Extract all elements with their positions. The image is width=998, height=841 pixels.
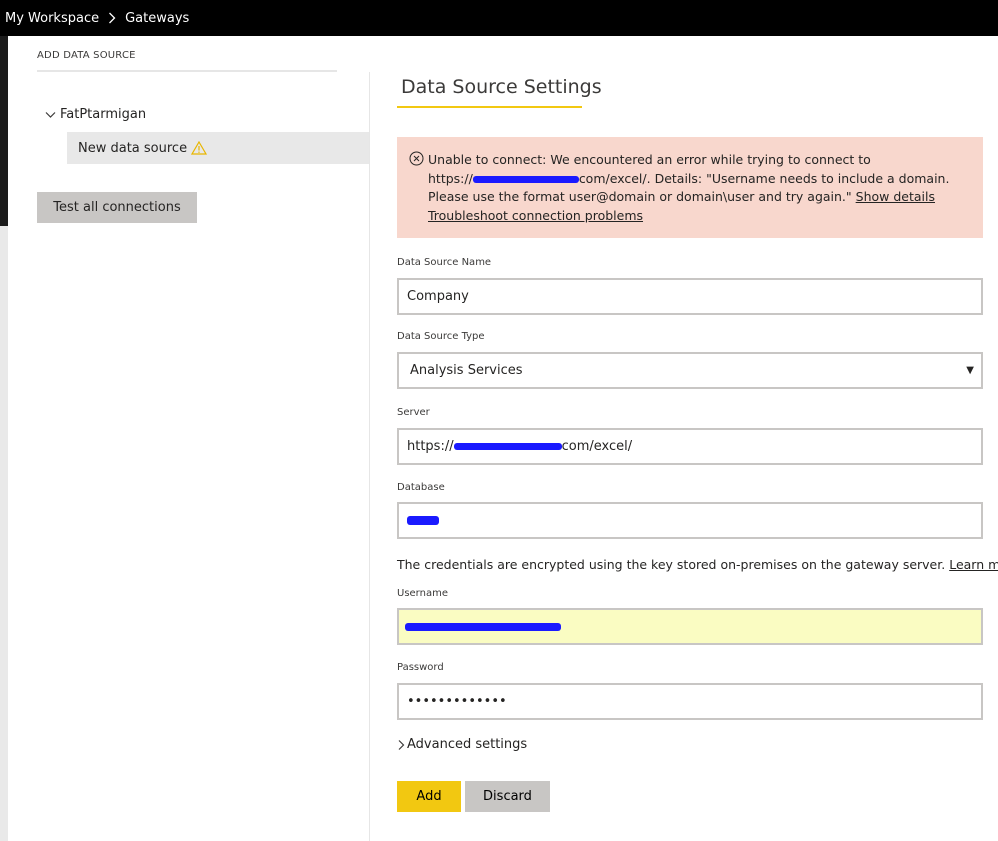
password-input[interactable]: •••••••••••••	[397, 683, 983, 720]
chevron-down-icon[interactable]	[45, 111, 56, 119]
error-banner: Unable to connect: We encountered an err…	[397, 137, 983, 238]
title-underline	[397, 106, 582, 108]
gateway-tree-item[interactable]: FatPtarmigan	[45, 107, 146, 122]
database-label: Database	[397, 482, 445, 493]
data-source-name-label: Data Source Name	[397, 257, 492, 268]
data-source-type-select[interactable]: Analysis Services ▼	[397, 352, 983, 389]
redacted-mark	[407, 516, 439, 525]
error-circle-icon	[409, 151, 424, 169]
page-title: Data Source Settings	[401, 76, 602, 98]
redacted-mark	[453, 443, 562, 450]
warning-icon	[191, 141, 208, 155]
credentials-note: The credentials are encrypted using the …	[397, 557, 998, 572]
test-all-connections-button[interactable]: Test all connections	[37, 192, 197, 223]
discard-button[interactable]: Discard	[465, 781, 550, 812]
error-line-1: Unable to connect: We encountered an err…	[428, 152, 871, 167]
redacted-mark	[472, 175, 579, 183]
data-source-type-value: Analysis Services	[410, 363, 523, 378]
gateway-name: FatPtarmigan	[60, 107, 147, 122]
server-input[interactable]: https://com/excel/	[397, 428, 983, 465]
advanced-settings-label: Advanced settings	[407, 737, 528, 752]
add-button[interactable]: Add	[397, 781, 461, 812]
left-edge-lower	[0, 226, 8, 841]
database-input[interactable]	[397, 502, 983, 539]
data-source-name-value: Company	[407, 289, 469, 304]
password-value: •••••••••••••	[407, 694, 507, 709]
data-source-label: New data source	[78, 140, 188, 156]
chevron-right-icon	[397, 739, 405, 751]
username-label: Username	[397, 588, 448, 599]
dropdown-caret-icon: ▼	[966, 365, 974, 376]
data-source-item[interactable]: New data source	[67, 132, 369, 164]
sidebar-header: ADD DATA SOURCE	[37, 50, 337, 72]
chevron-right-icon	[108, 12, 116, 24]
left-edge	[0, 36, 8, 226]
breadcrumb-gateways[interactable]: Gateways	[125, 11, 189, 26]
data-source-name-input[interactable]: Company	[397, 278, 983, 315]
panel-divider	[369, 72, 370, 841]
top-bar: My Workspace Gateways	[0, 0, 998, 36]
data-source-type-label: Data Source Type	[397, 331, 485, 342]
username-input[interactable]	[397, 608, 983, 645]
show-details-link[interactable]: Show details	[856, 189, 935, 204]
breadcrumb-workspace[interactable]: My Workspace	[5, 11, 99, 26]
error-line-3: Please use the format user@domain or dom…	[428, 189, 935, 204]
learn-more-link[interactable]: Learn more	[949, 557, 998, 572]
redacted-mark	[405, 622, 561, 631]
server-value: https://com/excel/	[407, 439, 633, 454]
error-line-2: https://com/excel/. Details: "Username n…	[428, 170, 950, 186]
advanced-settings-toggle[interactable]: Advanced settings	[397, 737, 527, 752]
troubleshoot-link[interactable]: Troubleshoot connection problems	[428, 207, 976, 226]
sidebar: ADD DATA SOURCE FatPtarmigan New data so…	[37, 36, 369, 841]
password-label: Password	[397, 662, 444, 673]
server-label: Server	[397, 407, 430, 418]
